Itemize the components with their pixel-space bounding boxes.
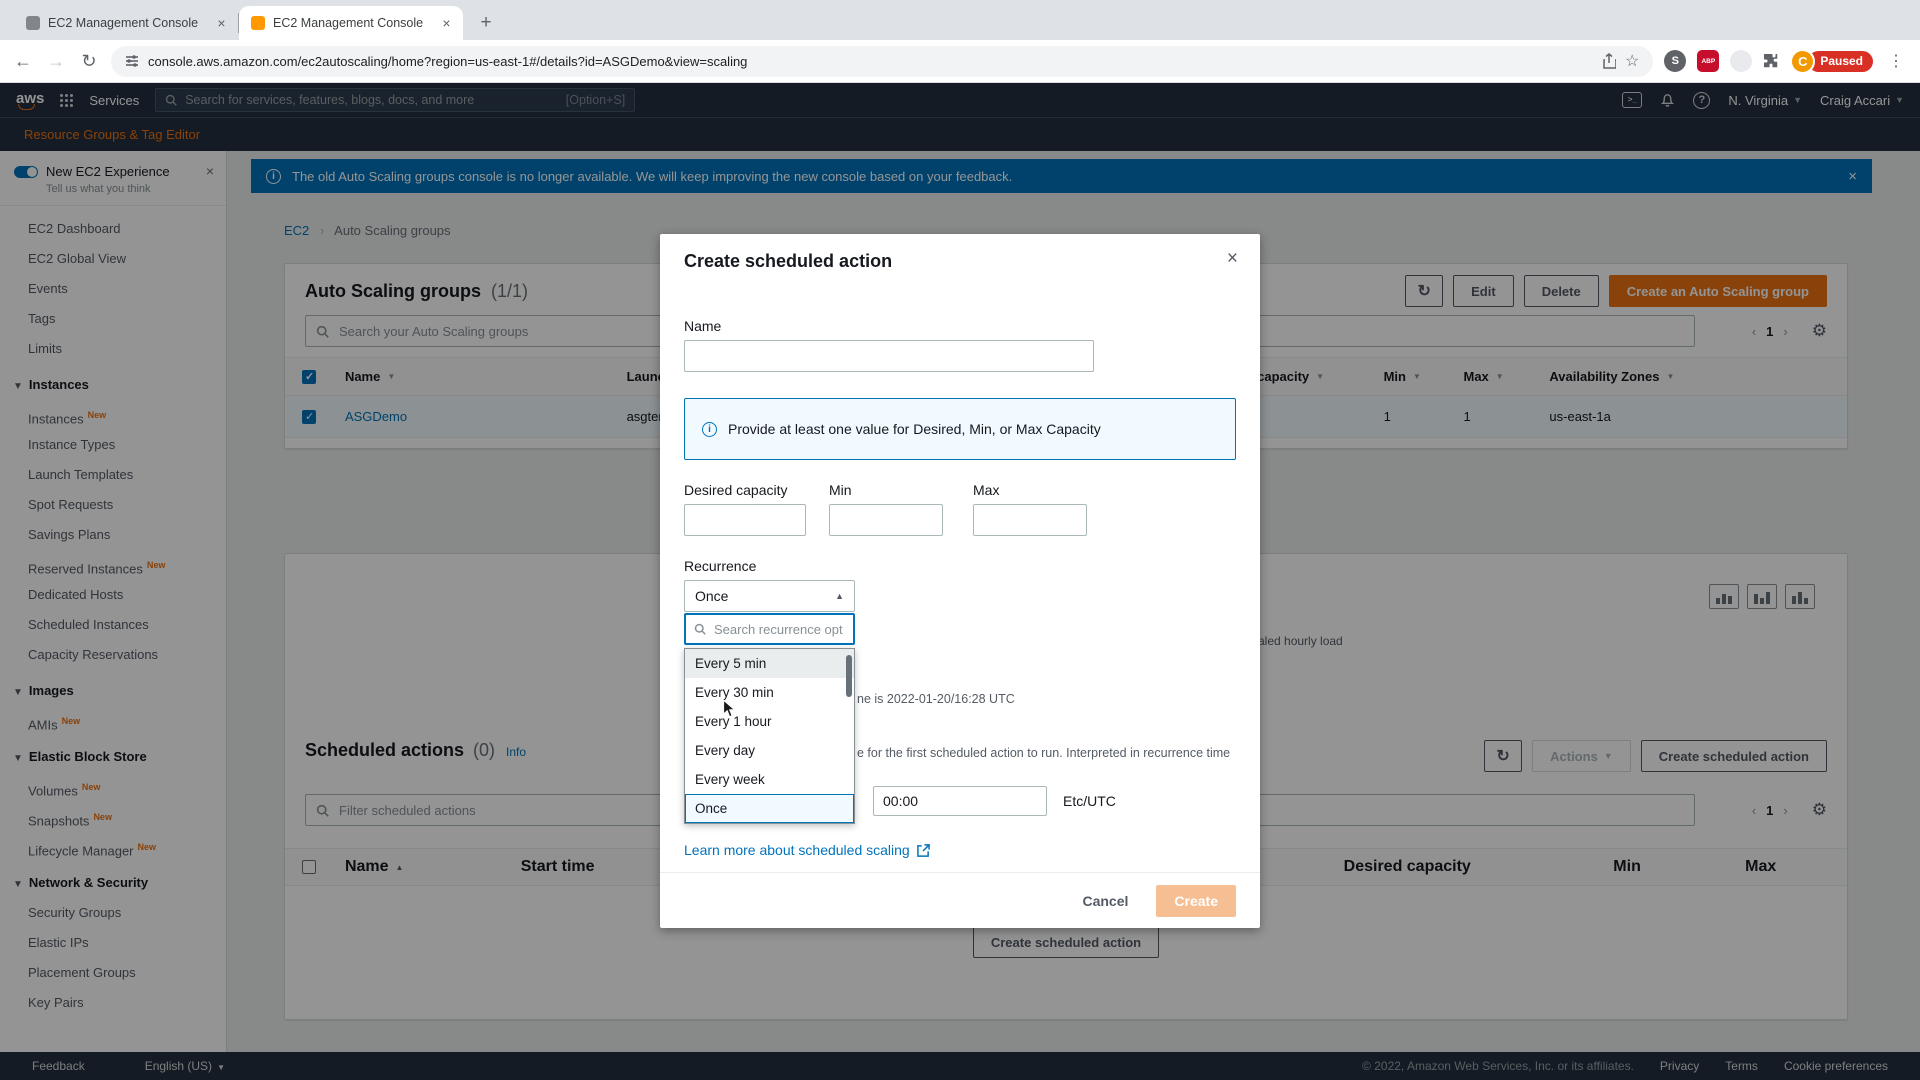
tab-favicon <box>251 16 265 30</box>
option-once[interactable]: Once <box>685 794 854 823</box>
option-every-5-min[interactable]: Every 5 min <box>685 649 854 678</box>
recurrence-label: Recurrence <box>684 558 756 574</box>
recurrence-search-input[interactable] <box>712 621 845 638</box>
desired-capacity-input[interactable] <box>684 504 806 536</box>
recurrence-search[interactable] <box>684 613 855 645</box>
learn-more-link[interactable]: Learn more about scheduled scaling <box>684 842 930 858</box>
mouse-cursor <box>722 699 736 719</box>
profile-avatar: C <box>1790 49 1815 74</box>
recurrence-select[interactable]: Once ▲ <box>684 580 855 612</box>
screen: EC2 Management Console × EC2 Management … <box>0 0 1920 1080</box>
name-label: Name <box>684 318 721 334</box>
max-input[interactable] <box>973 504 1087 536</box>
time-note-fragment: ne is 2022-01-20/16:28 UTC <box>857 692 1015 706</box>
tab-close-icon[interactable]: × <box>213 15 230 32</box>
extension-icon-s[interactable]: S <box>1664 50 1686 72</box>
external-link-icon <box>917 844 930 857</box>
create-button[interactable]: Create <box>1156 885 1236 917</box>
forward-button[interactable]: → <box>45 51 67 72</box>
url-bar[interactable]: console.aws.amazon.com/ec2autoscaling/ho… <box>111 46 1653 77</box>
tab-strip: EC2 Management Console × EC2 Management … <box>0 0 1920 40</box>
new-tab-button[interactable]: + <box>473 10 499 36</box>
recurrence-options-list: Every 5 min Every 30 min Every 1 hour Ev… <box>684 648 855 824</box>
bookmark-star-icon[interactable]: ☆ <box>1625 51 1639 71</box>
name-input[interactable] <box>684 340 1094 372</box>
browser-tab-1[interactable]: EC2 Management Console × <box>14 6 238 40</box>
recurrence-dropdown: Every 5 min Every 30 min Every 1 hour Ev… <box>684 613 855 824</box>
cancel-button[interactable]: Cancel <box>1082 893 1128 909</box>
recurrence-value: Once <box>695 588 728 604</box>
extension-icon[interactable] <box>1730 50 1752 72</box>
create-scheduled-action-dialog: Create scheduled action × Name i Provide… <box>660 234 1260 928</box>
ch caret-up-icon: ▲ <box>835 591 844 601</box>
url-toolbar: ← → ↻ console.aws.amazon.com/ec2autoscal… <box>0 40 1920 83</box>
tab-title: EC2 Management Console <box>273 16 430 30</box>
browser-profile-chip[interactable]: C Paused <box>1790 49 1873 74</box>
browser-menu-icon[interactable]: ⋮ <box>1884 51 1908 71</box>
option-every-day[interactable]: Every day <box>685 736 854 765</box>
info-icon: i <box>702 422 717 437</box>
time-input[interactable] <box>873 786 1047 816</box>
reload-button[interactable]: ↻ <box>78 51 100 72</box>
back-button[interactable]: ← <box>12 51 34 72</box>
dialog-footer: Cancel Create <box>660 872 1260 928</box>
dropdown-scrollbar[interactable] <box>846 651 852 821</box>
browser-chrome: EC2 Management Console × EC2 Management … <box>0 0 1920 83</box>
dialog-title: Create scheduled action <box>684 251 892 272</box>
close-icon[interactable]: × <box>1227 248 1238 270</box>
tab-favicon <box>26 16 40 30</box>
max-label: Max <box>973 482 999 498</box>
browser-tab-2[interactable]: EC2 Management Console × <box>239 6 463 40</box>
site-settings-icon[interactable] <box>125 54 139 68</box>
option-every-1-hour[interactable]: Every 1 hour <box>685 707 854 736</box>
desired-capacity-label: Desired capacity <box>684 482 788 498</box>
tab-title: EC2 Management Console <box>48 16 205 30</box>
min-input[interactable] <box>829 504 943 536</box>
url-text: console.aws.amazon.com/ec2autoscaling/ho… <box>148 54 1593 69</box>
start-time-help-fragment: e for the first scheduled action to run.… <box>857 746 1230 760</box>
option-every-week[interactable]: Every week <box>685 765 854 794</box>
sync-paused-badge: Paused <box>1808 51 1873 72</box>
info-alert: i Provide at least one value for Desired… <box>684 398 1236 460</box>
extensions-puzzle-icon[interactable] <box>1763 53 1779 69</box>
option-every-30-min[interactable]: Every 30 min <box>685 678 854 707</box>
adblock-extension-icon[interactable]: ABP <box>1697 50 1719 72</box>
alert-text: Provide at least one value for Desired, … <box>728 421 1101 437</box>
tab-close-icon[interactable]: × <box>438 15 455 32</box>
timezone-label: Etc/UTC <box>1063 793 1116 809</box>
min-label: Min <box>829 482 852 498</box>
share-icon[interactable] <box>1602 53 1616 69</box>
